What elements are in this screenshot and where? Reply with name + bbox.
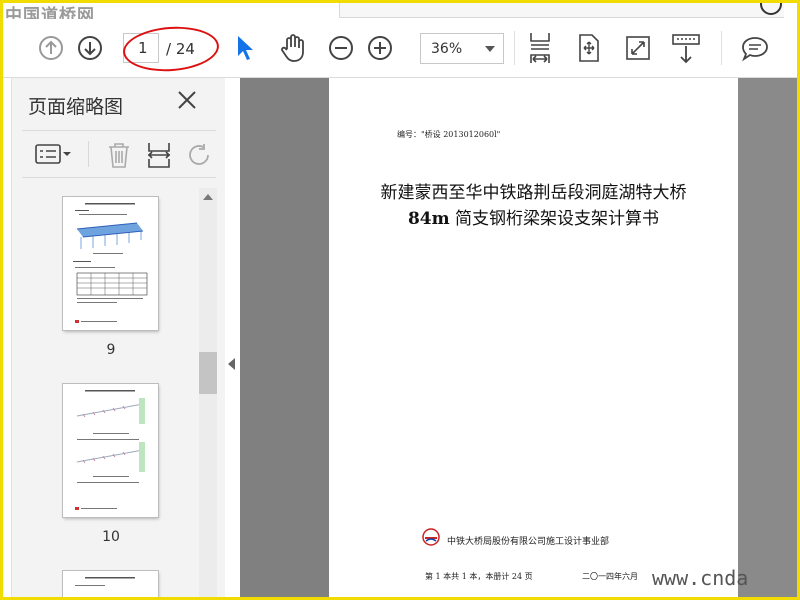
document-date: 二〇一四年六月 — [582, 572, 638, 581]
insert-page-icon[interactable] — [146, 141, 172, 169]
toolbar: 1 / 24 36% — [3, 19, 797, 78]
panel-title: 页面缩略图 — [28, 96, 124, 118]
panel-edge — [3, 78, 12, 597]
panel-toolbar — [22, 130, 216, 178]
close-icon[interactable] — [175, 88, 199, 112]
zoom-value: 36% — [431, 40, 463, 57]
page-count-note: 第 1 本共 1 本，本册计 24 页 — [425, 572, 533, 581]
thumbnail-options-icon[interactable] — [34, 143, 74, 165]
chevron-left-icon — [228, 358, 235, 370]
trash-icon[interactable] — [106, 141, 132, 169]
zoom-select[interactable]: 36% — [420, 33, 504, 64]
scrollbar-thumb[interactable] — [199, 352, 217, 394]
scrollbar[interactable] — [199, 188, 217, 597]
scroll-up-icon[interactable] — [203, 194, 213, 200]
title-span-rest: 简支钢桁梁架设支架计算书 — [449, 209, 660, 229]
panel-divider — [88, 141, 89, 167]
scroll-mode-icon[interactable] — [671, 33, 701, 65]
select-arrow-icon[interactable] — [234, 34, 254, 62]
document-page: 编号："桥设 2013012060l" 新建蒙西至华中铁路荆岳段洞庭湖特大桥 8… — [329, 78, 738, 597]
fit-page-icon[interactable] — [527, 31, 553, 65]
full-screen-icon[interactable] — [625, 35, 651, 61]
thumbnail-label: 9 — [106, 342, 116, 358]
collapse-panel-button[interactable] — [225, 78, 239, 597]
prev-page-icon[interactable] — [38, 35, 64, 61]
page-thumbnail[interactable] — [63, 197, 158, 330]
next-page-icon[interactable] — [77, 35, 103, 61]
rotate-icon[interactable] — [186, 143, 212, 167]
annotation-ellipse — [121, 23, 221, 75]
title-bar: 中国道桥网 — [3, 3, 797, 26]
zoom-in-icon[interactable] — [367, 35, 393, 61]
hand-tool-icon[interactable] — [279, 33, 307, 63]
document-view[interactable]: 编号："桥设 2013012060l" 新建蒙西至华中铁路荆岳段洞庭湖特大桥 8… — [240, 78, 797, 597]
document-margin — [738, 78, 797, 597]
thumbnail-label: 10 — [102, 529, 120, 545]
chevron-down-icon — [485, 46, 495, 52]
document-number: 编号："桥设 2013012060l" — [397, 130, 501, 139]
document-title-line2: 84m 简支钢桁梁架设支架计算书 — [329, 204, 738, 229]
toolbar-divider — [514, 31, 515, 65]
toolbar-divider — [721, 31, 722, 65]
title-span-bold: 84m — [407, 209, 450, 229]
zoom-out-icon[interactable] — [328, 35, 354, 61]
watermark-bottom: www.cnda — [652, 566, 749, 590]
company-logo-icon — [422, 528, 440, 546]
window-tab[interactable] — [339, 3, 784, 18]
app-window: 中国道桥网 1 / 24 36% 页面缩略图 9 10 编号："桥设 20130… — [3, 3, 797, 597]
rotate-page-icon[interactable] — [576, 33, 602, 63]
comment-icon[interactable] — [740, 35, 770, 63]
page-thumbnail[interactable] — [63, 384, 158, 517]
document-title-line1: 新建蒙西至华中铁路荆岳段洞庭湖特大桥 — [380, 183, 687, 203]
thumbnail-panel: 页面缩略图 9 10 — [3, 78, 226, 597]
company-name: 中铁大桥局股份有限公司施工设计事业部 — [447, 537, 610, 547]
page-thumbnail[interactable] — [63, 571, 158, 597]
